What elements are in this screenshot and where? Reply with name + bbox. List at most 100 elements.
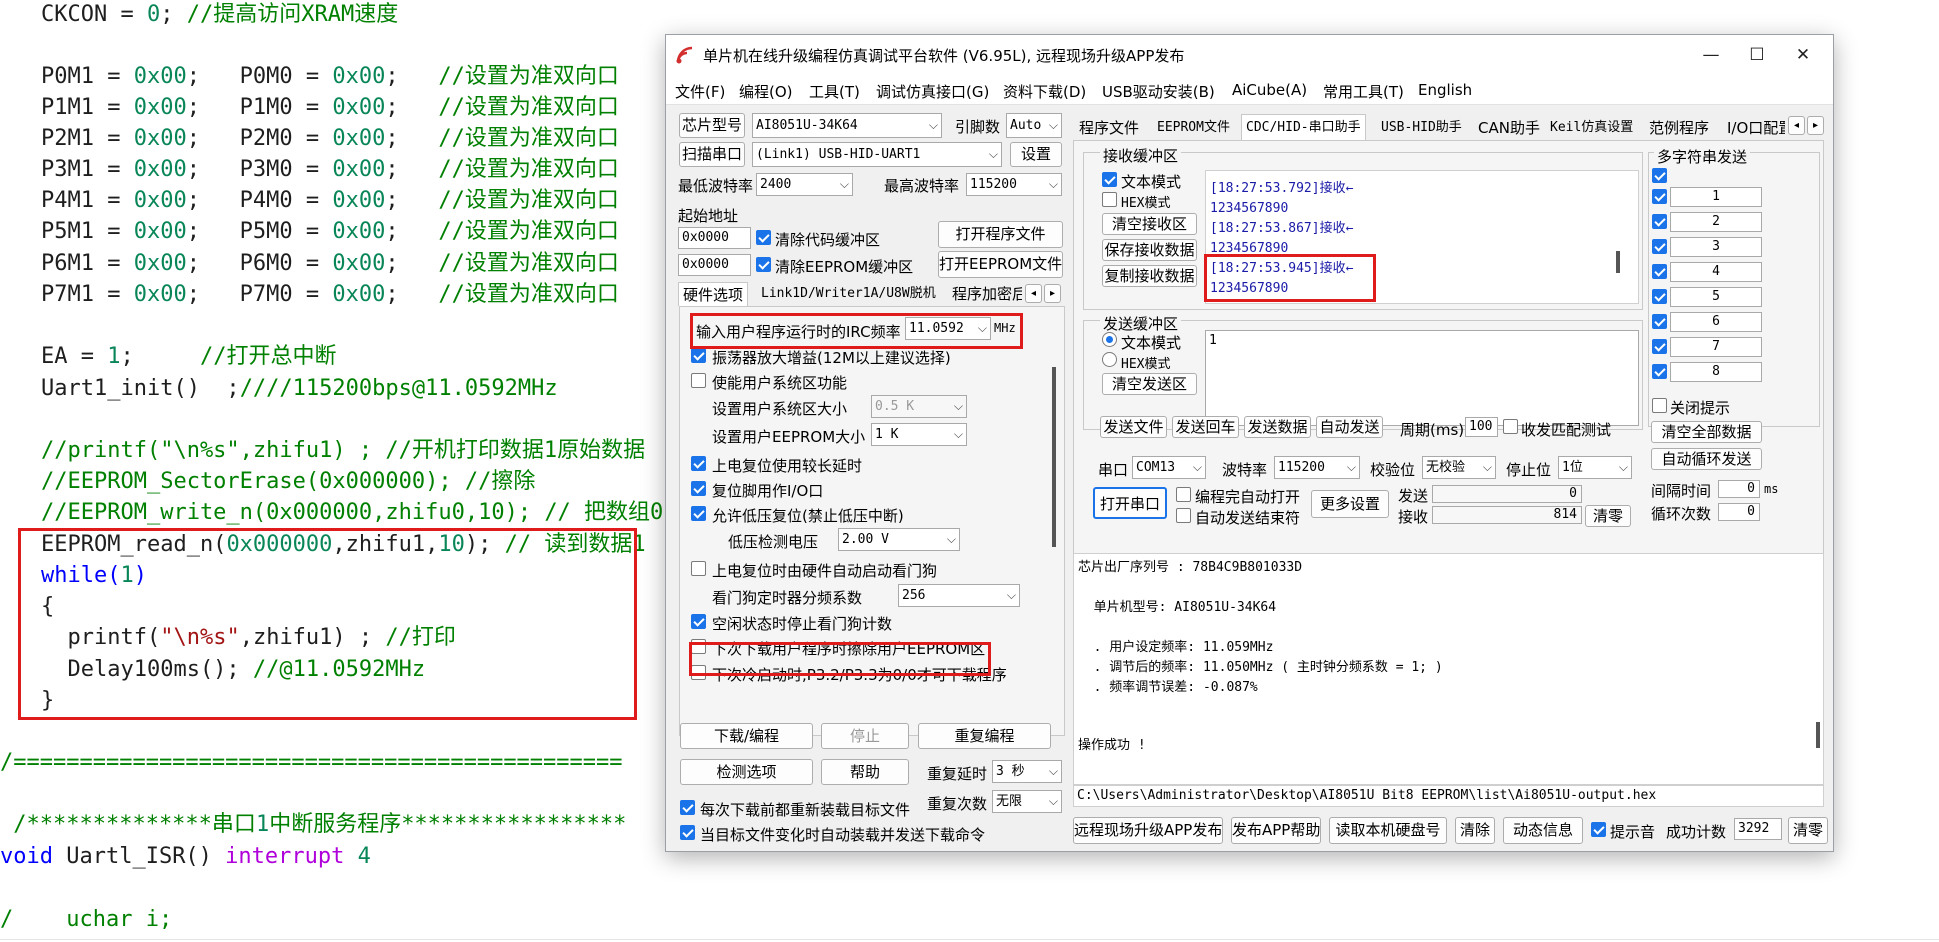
com-port-select[interactable]: COM13 ⌵: [1132, 456, 1206, 479]
menu-usb-driver[interactable]: USB驱动安装(B): [1102, 81, 1215, 102]
reload-each-checkbox[interactable]: [680, 800, 695, 815]
save-receive-button[interactable]: 保存接收数据: [1102, 239, 1197, 261]
multi-item-input[interactable]: 6: [1670, 312, 1762, 332]
osc-gain-checkbox[interactable]: [691, 348, 706, 363]
open-port-button[interactable]: 打开串口: [1093, 487, 1167, 519]
tab-encrypt[interactable]: 程序加密后: [948, 282, 1022, 306]
multi-item-checkbox[interactable]: [1652, 239, 1667, 254]
auto-send-button[interactable]: 自动发送: [1316, 416, 1383, 438]
menu-debug[interactable]: 调试仿真接口(G): [876, 81, 989, 102]
maximize-button[interactable]: ☐: [1734, 39, 1780, 71]
auto-close-checkbox[interactable]: [1176, 508, 1191, 523]
clear-send-button[interactable]: 清空发送区: [1102, 373, 1197, 395]
tab-eeprom-file[interactable]: EEPROM文件: [1153, 116, 1234, 140]
code-address-input[interactable]: 0x0000: [678, 227, 751, 249]
reset-success-count-button[interactable]: 清零: [1788, 817, 1828, 844]
copy-receive-button[interactable]: 复制接收数据: [1102, 265, 1197, 287]
erase-eeprom-checkbox[interactable]: [691, 639, 706, 654]
irc-freq-select[interactable]: 11.0592 ⌵: [905, 317, 991, 340]
send-text-mode-radio[interactable]: [1102, 332, 1117, 347]
auto-load-checkbox[interactable]: [680, 825, 695, 840]
clear-all-data-button[interactable]: 清空全部数据: [1651, 421, 1762, 443]
read-disk-id-button[interactable]: 读取本机硬盘号: [1329, 817, 1447, 844]
send-hex-mode-radio[interactable]: [1102, 352, 1117, 367]
multi-header-checkbox[interactable]: [1652, 168, 1667, 183]
multi-item-checkbox[interactable]: [1652, 314, 1667, 329]
stop-button[interactable]: 停止: [821, 723, 909, 749]
clear-output-button[interactable]: 清除: [1455, 817, 1495, 844]
close-button[interactable]: ✕: [1780, 39, 1826, 71]
multi-item-input[interactable]: 3: [1670, 237, 1762, 257]
tab-scroll-left-icon[interactable]: ◂: [1025, 284, 1042, 303]
stop-bits-select[interactable]: 1位 ⌵: [1558, 456, 1632, 479]
menu-file[interactable]: 文件(F): [675, 81, 725, 102]
period-input[interactable]: 100: [1465, 417, 1498, 437]
interval-input[interactable]: 0: [1718, 480, 1760, 498]
tab-examples[interactable]: 范例程序: [1645, 116, 1713, 140]
more-settings-button[interactable]: 更多设置: [1311, 490, 1389, 518]
recv-text-mode-checkbox[interactable]: [1102, 172, 1117, 187]
tab-scroll-right-icon[interactable]: ▸: [1807, 116, 1824, 135]
auto-loop-send-button[interactable]: 自动循环发送: [1651, 448, 1762, 470]
open-program-file-button[interactable]: 打开程序文件: [938, 221, 1063, 248]
reset-io-checkbox[interactable]: [691, 481, 706, 496]
download-program-button[interactable]: 下载/编程: [680, 723, 813, 749]
lv-detect-select[interactable]: 2.00 V ⌵: [838, 528, 960, 551]
remote-upgrade-publish-button[interactable]: 远程现场升级APP发布: [1073, 817, 1223, 844]
tab-offline[interactable]: Link1D/Writer1A/U8W脱机: [757, 282, 940, 306]
help-button[interactable]: 帮助: [821, 759, 909, 785]
check-options-button[interactable]: 检测选项: [680, 759, 813, 785]
menu-program[interactable]: 编程(O): [739, 81, 793, 102]
close-tip-checkbox[interactable]: [1652, 398, 1667, 413]
wdt-auto-checkbox[interactable]: [691, 561, 706, 576]
repeat-program-button[interactable]: 重复编程: [918, 723, 1051, 749]
system-size-select[interactable]: 0.5 K ⌵: [871, 395, 967, 418]
dynamic-info-button[interactable]: 动态信息: [1503, 817, 1583, 844]
title-bar[interactable]: 单片机在线升级编程仿真调试平台软件 (V6.95L), 远程现场升级APP发布 …: [666, 35, 1833, 75]
parity-select[interactable]: 无校验 ⌵: [1422, 456, 1496, 479]
beep-checkbox[interactable]: [1591, 822, 1606, 837]
minimize-button[interactable]: —: [1688, 39, 1734, 71]
tab-serial-assistant[interactable]: CDC/HID-串口助手: [1241, 114, 1366, 141]
tab-io-config[interactable]: I/O口配置: [1723, 116, 1785, 140]
eeprom-address-input[interactable]: 0x0000: [678, 254, 751, 276]
menu-aicube[interactable]: AiCube(A): [1232, 81, 1307, 99]
zero-count-button[interactable]: 清零: [1585, 505, 1631, 527]
chip-model-select[interactable]: AI8051U-34K64 ⌵: [752, 113, 942, 138]
multi-item-input[interactable]: 5: [1670, 287, 1762, 307]
loop-count-input[interactable]: 0: [1718, 503, 1760, 521]
multi-item-input[interactable]: 7: [1670, 337, 1762, 357]
multi-item-checkbox[interactable]: [1652, 189, 1667, 204]
menu-english[interactable]: English: [1418, 81, 1472, 99]
user-system-area-checkbox[interactable]: [691, 373, 706, 388]
output-log[interactable]: 芯片出厂序列号 : 78B4C9B801033D 单片机型号: AI8051U-…: [1073, 553, 1824, 785]
lvr-checkbox[interactable]: [691, 506, 706, 521]
cold-boot-checkbox[interactable]: [691, 665, 706, 680]
chip-model-button[interactable]: 芯片型号: [679, 113, 745, 138]
send-data-button[interactable]: 发送数据: [1244, 416, 1311, 438]
auto-open-checkbox[interactable]: [1176, 487, 1191, 502]
tab-usb-hid[interactable]: USB-HID助手: [1377, 116, 1466, 140]
tab-hardware-options[interactable]: 硬件选项: [678, 282, 749, 306]
output-scrollbar[interactable]: [1816, 722, 1820, 748]
multi-item-input[interactable]: 8: [1670, 362, 1762, 382]
multi-item-checkbox[interactable]: [1652, 364, 1667, 379]
baud-select[interactable]: 115200 ⌵: [1274, 456, 1360, 479]
clear-receive-button[interactable]: 清空接收区: [1102, 213, 1197, 235]
port-select[interactable]: (Link1) USB-HID-UART1 ⌵: [752, 142, 1002, 167]
eeprom-size-select[interactable]: 1 K ⌵: [871, 423, 967, 446]
send-enter-button[interactable]: 发送回车: [1172, 416, 1239, 438]
send-file-button[interactable]: 发送文件: [1100, 416, 1167, 438]
recv-hex-mode-checkbox[interactable]: [1102, 192, 1117, 207]
multi-item-checkbox[interactable]: [1652, 339, 1667, 354]
multi-item-checkbox[interactable]: [1652, 289, 1667, 304]
min-baud-select[interactable]: 2400 ⌵: [756, 173, 853, 196]
repeat-delay-select[interactable]: 3 秒 ⌵: [992, 760, 1062, 783]
multi-item-input[interactable]: 2: [1670, 212, 1762, 232]
multi-item-input[interactable]: 1: [1670, 187, 1762, 207]
open-eeprom-file-button[interactable]: 打开EEPROM文件: [938, 251, 1063, 278]
repeat-count-select[interactable]: 无限 ⌵: [992, 790, 1062, 813]
match-test-checkbox[interactable]: [1503, 419, 1518, 434]
send-input[interactable]: 1: [1205, 330, 1639, 426]
multi-item-checkbox[interactable]: [1652, 214, 1667, 229]
